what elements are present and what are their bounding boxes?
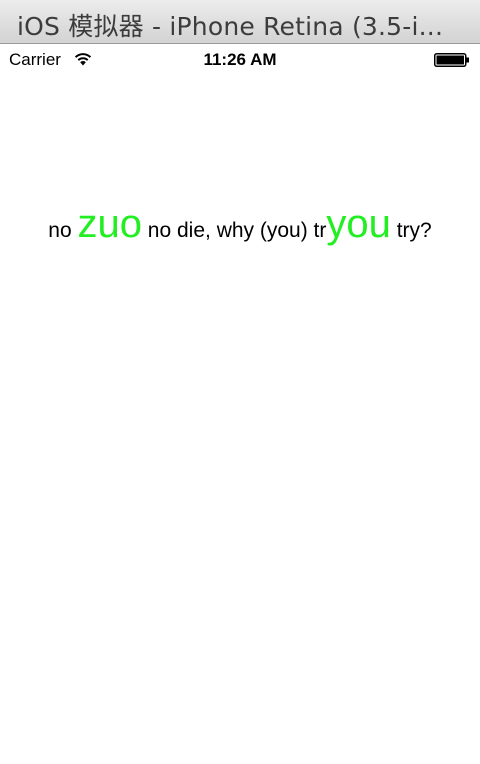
battery-icon	[434, 53, 469, 67]
label-segment-middle: no die, why (you) tr	[141, 219, 327, 242]
attributed-label: no zuo no die, why (you) tryou try?	[0, 202, 480, 247]
label-segment-no: no	[48, 219, 78, 242]
label-highlight-zuo: zuo	[77, 202, 142, 246]
status-time: 11:26 AM	[203, 50, 277, 69]
status-bar: Carrier 11:26 AM	[0, 44, 480, 74]
app-content: no zuo no die, why (you) tryou try?	[0, 74, 480, 764]
label-highlight-you: you	[326, 202, 391, 246]
simulator-window: iOS 模拟器 - iPhone Retina (3.5-i... Carrie…	[0, 0, 480, 764]
label-segment-try: try?	[390, 219, 432, 242]
title-bar[interactable]: iOS 模拟器 - iPhone Retina (3.5-i...	[0, 0, 480, 44]
window-title: iOS 模拟器 - iPhone Retina (3.5-i...	[17, 12, 444, 41]
